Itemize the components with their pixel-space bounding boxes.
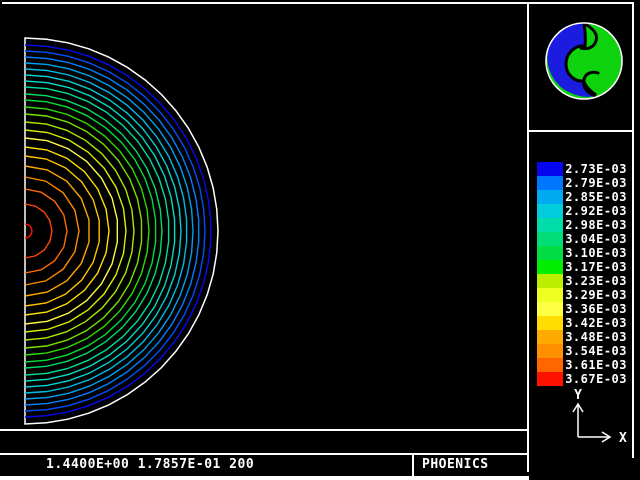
legend-value: 3.42E-03 [565,316,627,330]
legend-row: 3.17E-03 [528,260,632,274]
legend-row: 3.61E-03 [528,358,632,372]
legend-value: 3.23E-03 [565,274,627,288]
contour-line [25,75,181,387]
legend-swatch [537,162,563,176]
status-values: 1.4400E+00 1.7857E-01 200 [0,453,456,477]
legend-row: 2.73E-03 [528,162,632,176]
legend-value: 2.73E-03 [565,162,627,176]
contour-line [25,224,32,238]
legend-swatch [537,232,563,246]
legend-row: 2.92E-03 [528,204,632,218]
legend-value: 3.10E-03 [565,246,627,260]
legend-swatch [537,246,563,260]
legend-row: 3.23E-03 [528,274,632,288]
legend-row: 3.36E-03 [528,302,632,316]
legend-row: 2.98E-03 [528,218,632,232]
legend-swatch [537,358,563,372]
legend-row: 3.48E-03 [528,330,632,344]
legend-value: 2.92E-03 [565,204,627,218]
legend-value: 3.17E-03 [565,260,627,274]
contour-line [25,138,117,324]
legend-value: 3.67E-03 [565,372,627,386]
legend-value: 3.48E-03 [565,330,627,344]
legend-value: 3.29E-03 [565,288,627,302]
legend-swatch [537,204,563,218]
app-name-label: PHOENICS [414,453,534,477]
legend-swatch [537,330,563,344]
legend-row: 2.79E-03 [528,176,632,190]
legend-row: 3.67E-03 [528,372,632,386]
contour-line [25,130,126,332]
logo-box-bottom-border [527,130,634,132]
legend-value: 2.85E-03 [565,190,627,204]
contour-line [25,204,52,258]
legend-row: 2.85E-03 [528,190,632,204]
cham-phoenics-logo-icon [543,20,625,102]
legend-swatch [537,288,563,302]
legend-value: 2.79E-03 [565,176,627,190]
legend-value: 3.04E-03 [565,232,627,246]
legend-panel: 2.73E-032.79E-032.85E-032.92E-032.98E-03… [528,162,632,386]
legend-swatch [537,344,563,358]
legend-value: 3.61E-03 [565,358,627,372]
domain-boundary [25,38,218,424]
legend-row: 3.29E-03 [528,288,632,302]
legend-swatch [537,274,563,288]
axis-indicator: Y X [535,388,635,448]
legend-swatch [537,176,563,190]
legend-swatch [537,260,563,274]
legend-value: 2.98E-03 [565,218,627,232]
axis-label-y: Y [574,388,582,403]
axis-label-x: X [619,431,627,446]
legend-row: 3.42E-03 [528,316,632,330]
legend-swatch [537,302,563,316]
legend-swatch [537,316,563,330]
legend-swatch [537,372,563,386]
legend-value: 3.36E-03 [565,302,627,316]
legend-row: 3.10E-03 [528,246,632,260]
legend-value: 3.54E-03 [565,344,627,358]
legend-row: 3.54E-03 [528,344,632,358]
contour-plot-canvas[interactable] [0,0,528,430]
legend-swatch [537,190,563,204]
legend-swatch [537,218,563,232]
legend-row: 3.04E-03 [528,232,632,246]
